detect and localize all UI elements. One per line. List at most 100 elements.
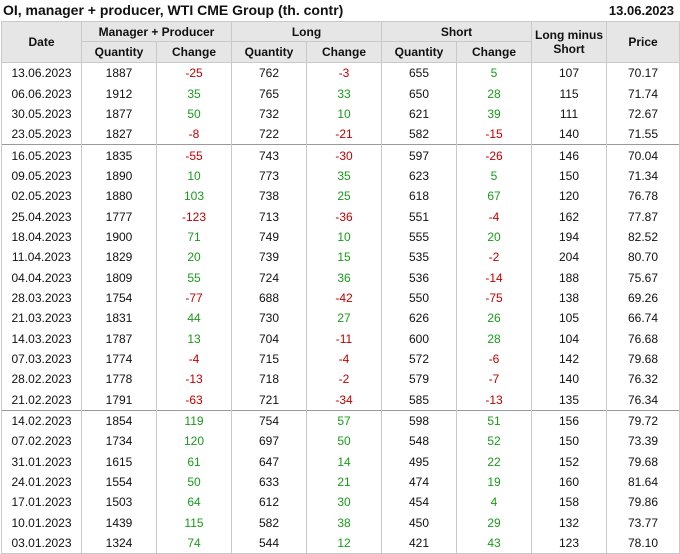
cell-long-quantity: 721 [231,389,307,411]
cell-short-change: 5 [456,165,533,187]
cell-date: 28.02.2023 [1,369,82,390]
cell-mp-change: 61 [156,451,232,472]
cell-mp-change: 35 [156,83,232,104]
cell-long-minus-short: 204 [531,247,608,268]
cell-mp-quantity: 1787 [81,328,157,349]
cell-long-change: 36 [305,267,383,288]
cell-long-minus-short: 132 [531,512,608,533]
cell-long-quantity: 704 [231,328,307,349]
cell-long-minus-short: 150 [531,165,608,187]
cell-mp-quantity: 1827 [81,124,157,145]
cell-date: 14.03.2023 [1,328,82,349]
cell-short-quantity: 650 [381,83,458,104]
table-row: 14.03.2023 1787 13 704 -11 600 28 104 76.68 [1,328,680,349]
cell-short-quantity: 582 [381,124,458,145]
cell-price: 79.72 [606,409,680,432]
cell-mp-quantity: 1777 [81,206,157,227]
cell-mp-quantity: 1912 [81,83,157,104]
table-row: 07.02.2023 1734 120 697 50 548 52 150 73.39 [1,431,680,452]
cell-mp-quantity: 1890 [81,165,157,187]
cell-price: 69.26 [606,287,680,309]
cell-date: 16.05.2023 [1,144,82,166]
cell-short-change: 67 [456,186,533,207]
cell-short-change: 19 [456,471,533,493]
cell-mp-quantity: 1324 [81,532,157,554]
cell-long-quantity: 724 [231,267,307,288]
cell-mp-change: 10 [156,165,232,187]
cell-date: 09.05.2023 [1,165,82,187]
table-row: 04.04.2023 1809 55 724 36 536 -14 188 75.67 [1,267,680,288]
cell-short-change: -15 [456,124,533,145]
title-bar: OI, manager + producer, WTI CME Group (t… [0,0,680,21]
cell-mp-quantity: 1791 [81,389,157,411]
cell-long-quantity: 739 [231,247,307,268]
cell-long-quantity: 697 [231,431,307,452]
cell-mp-change: -25 [156,62,232,84]
cell-price: 76.34 [606,389,680,411]
cell-date: 21.02.2023 [1,389,82,411]
cell-mp-change: 71 [156,226,232,248]
cell-mp-quantity: 1615 [81,451,157,472]
table-row: 18.04.2023 1900 71 749 10 555 20 194 82.52 [1,226,680,248]
cell-long-minus-short: 140 [531,369,608,390]
cell-price: 80.70 [606,247,680,268]
cell-mp-change: -4 [156,348,232,370]
cell-short-quantity: 551 [381,206,458,227]
cell-price: 71.55 [606,124,680,145]
col-group-long: Long [230,21,383,42]
cell-short-change: 28 [456,328,533,349]
cell-price: 77.87 [606,206,680,227]
cell-price: 72.67 [606,103,680,125]
cell-mp-quantity: 1774 [81,348,157,370]
cell-long-quantity: 765 [231,83,307,104]
table-row: 06.06.2023 1912 35 765 33 650 28 115 71.74 [1,83,680,104]
cell-long-change: -21 [305,124,383,145]
cell-short-quantity: 495 [381,451,458,472]
cell-long-minus-short: 156 [531,409,608,432]
cell-mp-change: 119 [156,409,232,432]
cell-short-quantity: 536 [381,267,458,288]
cell-long-minus-short: 160 [531,471,608,493]
cell-date: 14.02.2023 [1,409,82,432]
cell-long-minus-short: 135 [531,389,608,411]
cell-long-quantity: 762 [231,62,307,84]
col-header-long-change: Change [305,41,383,63]
cell-mp-quantity: 1877 [81,103,157,125]
cell-long-change: 21 [305,471,383,493]
cell-long-change: 27 [305,308,383,329]
cell-long-minus-short: 138 [531,287,608,309]
col-header-long-minus-short: Long minus Short [531,21,608,63]
cell-price: 70.17 [606,62,680,84]
cell-price: 70.04 [606,144,680,166]
table-row: 10.01.2023 1439 115 582 38 450 29 132 73.77 [1,512,680,533]
cell-long-minus-short: 111 [531,103,608,125]
cell-short-quantity: 621 [381,103,458,125]
cell-date: 24.01.2023 [1,471,82,493]
cell-long-quantity: 718 [231,369,307,390]
cell-mp-quantity: 1734 [81,431,157,452]
col-header-mp-quantity: Quantity [81,41,157,63]
cell-long-quantity: 715 [231,348,307,370]
cell-mp-quantity: 1835 [81,144,157,166]
cell-long-minus-short: 142 [531,348,608,370]
table-row: 07.03.2023 1774 -4 715 -4 572 -6 142 79.68 [1,348,680,370]
col-header-short-change: Change [456,41,533,63]
cell-long-minus-short: 140 [531,124,608,145]
table-row: 24.01.2023 1554 50 633 21 474 19 160 81.64 [1,471,680,493]
cell-date: 18.04.2023 [1,226,82,248]
table-row: 23.05.2023 1827 -8 722 -21 582 -15 140 71.55 [1,124,680,145]
cell-date: 28.03.2023 [1,287,82,309]
cell-short-quantity: 555 [381,226,458,248]
cell-date: 10.01.2023 [1,512,82,533]
cell-mp-change: -63 [156,389,232,411]
cot-table: Date Manager + Producer Long Short Long … [1,21,680,554]
cell-mp-quantity: 1829 [81,247,157,268]
cell-date: 21.03.2023 [1,308,82,329]
cell-short-change: 20 [456,226,533,248]
cell-short-quantity: 474 [381,471,458,493]
cell-mp-change: -77 [156,287,232,309]
cell-mp-quantity: 1778 [81,369,157,390]
cell-long-quantity: 749 [231,226,307,248]
table-row: 28.02.2023 1778 -13 718 -2 579 -7 140 76.32 [1,369,680,390]
cell-short-quantity: 550 [381,287,458,309]
